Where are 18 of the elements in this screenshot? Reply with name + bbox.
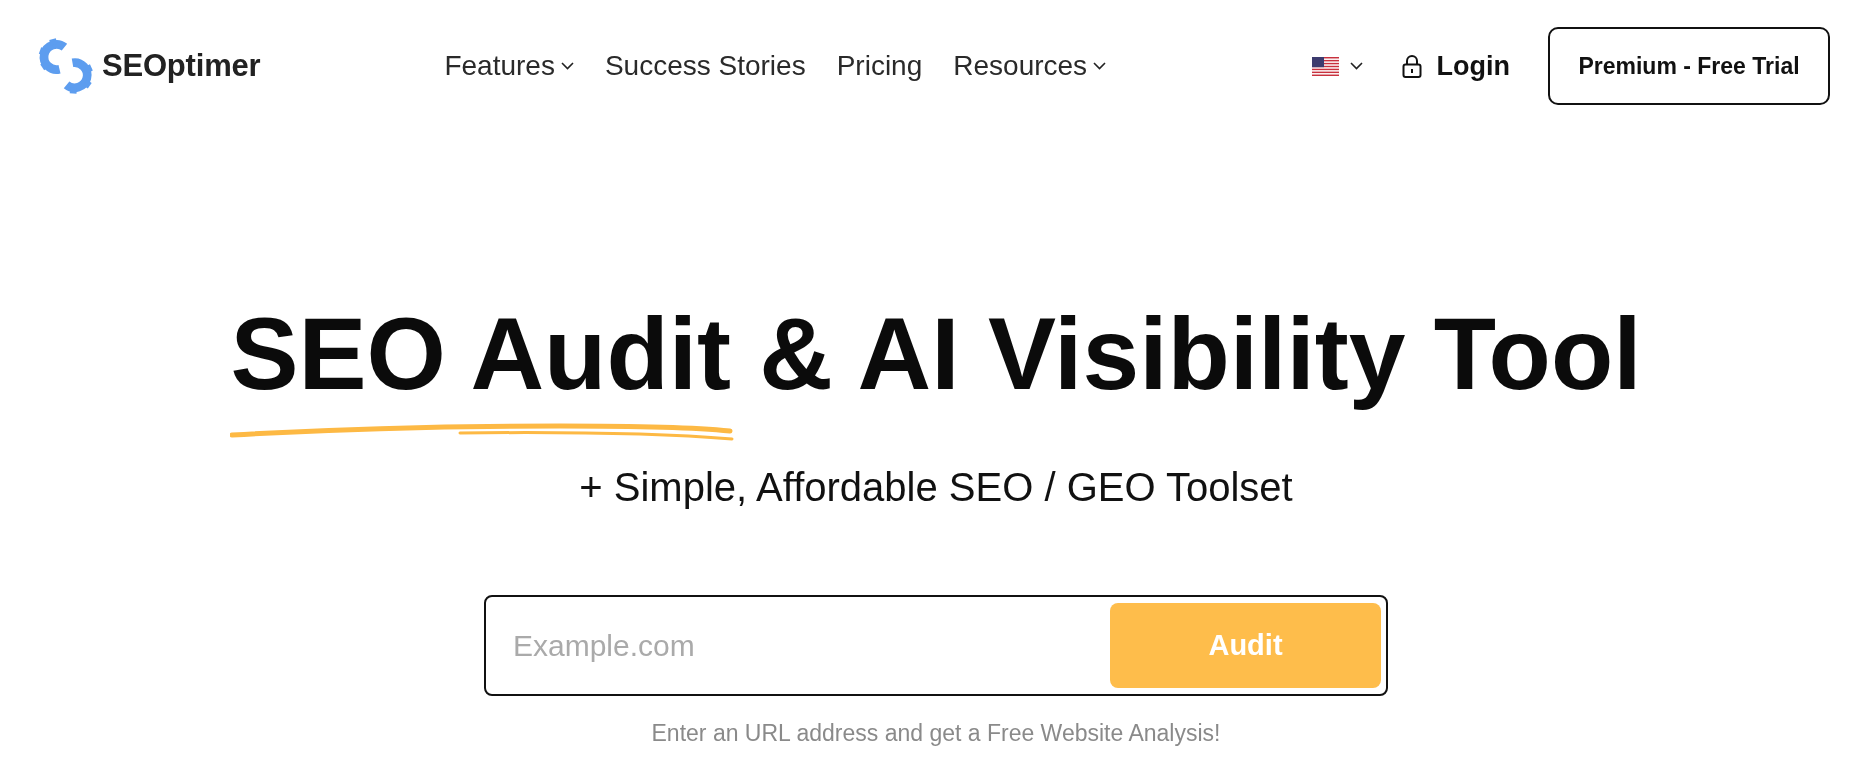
logo[interactable]: SEOptimer (36, 35, 261, 97)
url-input[interactable]: Example.com (486, 605, 1110, 686)
chevron-down-icon (1093, 62, 1107, 70)
premium-trial-button[interactable]: Premium - Free Trial (1548, 27, 1830, 105)
lock-icon (1401, 54, 1422, 78)
nav-link[interactable]: Features (444, 50, 574, 82)
login-link[interactable]: Login (1401, 50, 1510, 82)
gear-logo-icon (36, 35, 96, 97)
nav-link[interactable]: Pricing (836, 50, 923, 82)
nav-link[interactable]: Resources (953, 50, 1107, 82)
subtitle: + Simple, Affordable SEO / GEO Toolset (579, 464, 1293, 511)
page-headline: SEO Audit & AI Visibility Tool (230, 296, 1642, 413)
chevron-down-icon (560, 62, 574, 70)
nav-link[interactable]: Success Stories (604, 50, 806, 82)
flag-icon (1311, 56, 1339, 76)
chevron-down-icon (1349, 62, 1363, 70)
hint-text: Enter an URL address and get a Free Website Analysis! (651, 719, 1221, 747)
language-selector[interactable] (1311, 56, 1363, 76)
